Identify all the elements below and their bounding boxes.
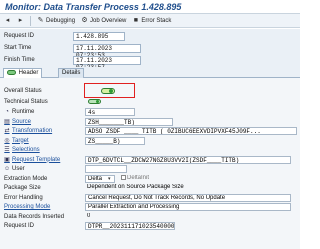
template-icon: ▣ (4, 156, 10, 163)
tab-strip: Header Details (0, 67, 300, 78)
selections-row: ☰ Selections (0, 146, 300, 155)
request-id-row: Request ID 1.428.895 (0, 32, 300, 42)
tab-header[interactable]: Header (3, 68, 43, 78)
filter-icon: ☰ (4, 147, 10, 153)
request-template-field[interactable]: DTP_6DVTCL__ZDCW27NGZ8U3VV2I(ZSDF____TIT… (85, 155, 291, 164)
finish-time-label: Finish Time (4, 57, 35, 63)
target-icon: ◎ (4, 137, 10, 144)
technical-status-row: Technical Status (0, 98, 300, 107)
extraction-mode-value: Delta (88, 175, 103, 182)
user-label-wrap: ☺ User (4, 166, 25, 172)
records-inserted-row: Data Records Inserted 0 (0, 213, 300, 222)
request-id-field[interactable]: 1.428.895 (73, 32, 125, 41)
request-template-label-wrap[interactable]: ▣ Request Template (4, 157, 60, 163)
processing-mode-label[interactable]: Processing Mode (4, 204, 50, 210)
runtime-row: ◔ Runtime 4s (0, 108, 300, 117)
request-template-row: ▣ Request Template DTP_6DVTCL__ZDCW27NGZ… (0, 155, 300, 165)
runtime-label: Runtime (12, 109, 35, 115)
start-time-row: Start Time 17.11.2023 07:23:53 (0, 44, 300, 59)
page-title: Monitor: Data Transfer Process 1.428.895 (5, 2, 182, 12)
debugging-label: Debugging (46, 17, 76, 24)
source-label: Source (12, 118, 32, 125)
status-light-icon (7, 69, 16, 75)
transformation-row: ⇄ Transformation ADSO ZSDF ____ TITB ( 0… (0, 127, 300, 136)
records-inserted-label: Data Records Inserted (4, 213, 65, 220)
tab-header-label: Header (18, 70, 39, 76)
processing-mode-field[interactable]: Parallel Extraction and Processing (85, 203, 291, 211)
chevron-down-icon: ▾ (108, 175, 111, 182)
checkbox-icon (121, 174, 126, 180)
green-status-icon (88, 99, 101, 104)
request-id-label: Request ID (4, 33, 35, 39)
request-id2-row: Request ID DTPR__20231117102354000001000 (0, 222, 300, 231)
user-field[interactable] (85, 165, 127, 173)
transformation-label-wrap[interactable]: ⇄ Transformation (4, 128, 52, 134)
user-label: User (12, 166, 25, 172)
request-id2-label: Request ID (4, 223, 35, 229)
transformation-label: Transformation (12, 128, 53, 134)
finish-time-field[interactable]: 17.11.2023 07:23:57 (73, 56, 141, 71)
target-label: Target (12, 137, 29, 144)
request-header: Request ID 1.428.895 Start Time 17.11.20… (0, 29, 300, 71)
arrow-left-icon[interactable]: ◂ (4, 17, 11, 24)
target-field[interactable]: ZS_____B) (85, 136, 145, 145)
processing-mode-row: Processing Mode Parallel Extraction and … (0, 203, 300, 212)
start-time-field[interactable]: 17.11.2023 07:23:53 (73, 44, 141, 59)
source-icon: ▤ (4, 118, 10, 125)
finish-time-row: Finish Time 17.11.2023 07:23:57 (0, 56, 300, 71)
source-label-wrap[interactable]: ▤ Source (4, 119, 31, 125)
user-row: ☺ User (0, 165, 300, 174)
overall-status-row: Overall Status (0, 87, 300, 96)
records-inserted-value: 0 (87, 212, 91, 219)
technical-status-label: Technical Status (4, 99, 48, 105)
extraction-mode-label: Extraction Mode (4, 175, 48, 182)
tab-details-label: Details (62, 70, 81, 76)
error-stack-button[interactable]: ■ Error Stack (132, 17, 172, 24)
request-id2-field[interactable]: DTPR__20231117102354000001000 (85, 222, 175, 230)
error-handling-field[interactable]: Cancel Request, Do Not Track Records, No… (85, 193, 291, 202)
toolbar: ◂ ▸ ✎ Debugging ⚙ Job Overview ■ Error S… (0, 14, 300, 28)
job-overview-icon: ⚙ (81, 17, 88, 24)
user-icon: ☺ (4, 166, 11, 172)
start-time-label: Start Time (4, 45, 32, 51)
target-row: ◎ Target ZS_____B) (0, 136, 300, 146)
error-stack-icon: ■ (133, 17, 138, 24)
technical-status-value (86, 99, 101, 107)
package-size-row: Package Size Dependent on Source Package… (0, 184, 300, 193)
error-handling-row: Error Handling Cancel Request, Do Not Tr… (0, 193, 300, 203)
arrow-right-icon[interactable]: ▸ (17, 17, 24, 24)
tab-details[interactable]: Details (58, 68, 85, 78)
target-label-wrap[interactable]: ◎ Target (4, 137, 29, 144)
deltainit-label: DeltaInit (127, 174, 150, 181)
job-overview-label: Job Overview (90, 17, 127, 24)
window-title-bar: Monitor: Data Transfer Process 1.428.895 (0, 0, 300, 14)
extraction-mode-select[interactable]: Delta ▾ (85, 174, 115, 183)
package-size-label: Package Size (4, 185, 41, 191)
package-size-value: Dependent on Source Package Size (87, 184, 184, 190)
extraction-mode-row: Extraction Mode Delta ▾ DeltaInit (0, 174, 300, 184)
toolbar-separator (30, 15, 31, 26)
selections-label: Selections (12, 147, 40, 153)
deltainit-checkbox[interactable]: DeltaInit (119, 174, 150, 183)
overall-status-highlight (84, 83, 135, 98)
selections-label-wrap[interactable]: ☰ Selections (4, 147, 40, 153)
job-overview-button[interactable]: ⚙ Job Overview (81, 17, 126, 24)
runtime-label-wrap: ◔ Runtime (4, 109, 34, 115)
clock-icon: ◔ (5, 109, 9, 115)
debugging-button[interactable]: ✎ Debugging (37, 17, 75, 24)
details-panel: Overall Status Technical Status ◔ Runtim… (0, 78, 300, 249)
error-stack-label: Error Stack (141, 17, 172, 24)
transformation-field[interactable]: ADSO ZSDF ____ TITB ( 0ZIBUC6EEXVDIPVXF4… (85, 127, 297, 135)
overall-status-label: Overall Status (4, 88, 42, 94)
transformation-icon: ⇄ (4, 128, 10, 134)
source-field[interactable]: ZSH_______TB) (85, 117, 173, 126)
source-row: ▤ Source ZSH_______TB) (0, 117, 300, 127)
selections-field (85, 146, 87, 154)
debug-icon: ✎ (37, 17, 44, 24)
runtime-field[interactable]: 4s (85, 108, 135, 116)
request-template-label: Request Template (12, 156, 61, 163)
error-handling-label: Error Handling (4, 194, 43, 201)
